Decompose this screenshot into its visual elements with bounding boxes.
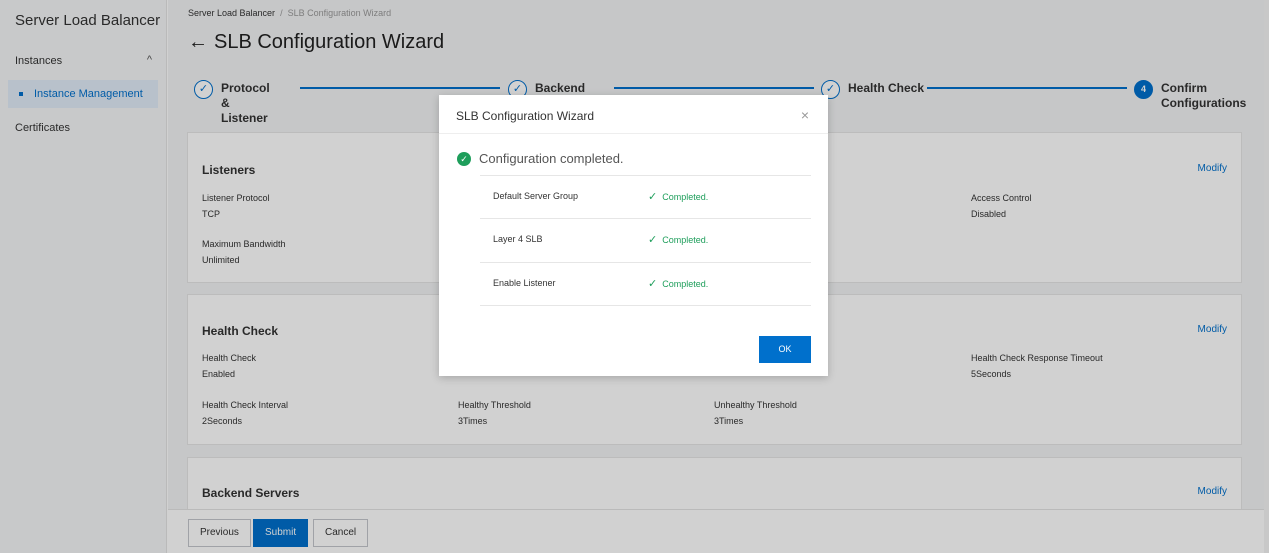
check-icon: ✓ <box>648 278 658 290</box>
completion-dialog: SLB Configuration Wizard × ✓ Configurati… <box>439 95 828 376</box>
dialog-divider <box>439 133 828 134</box>
ok-button[interactable]: OK <box>759 336 811 363</box>
dialog-title: SLB Configuration Wizard <box>456 109 595 123</box>
close-icon[interactable]: × <box>801 107 809 123</box>
task-row: Enable Listener ✓ Completed. <box>480 262 811 305</box>
check-icon: ✓ <box>648 234 658 246</box>
scrollbar[interactable] <box>1264 0 1269 553</box>
row-divider <box>480 305 811 306</box>
completion-status-text: Configuration completed. <box>479 151 624 166</box>
success-check-icon: ✓ <box>457 152 471 166</box>
task-status: ✓ Completed. <box>648 234 709 246</box>
task-name: Enable Listener <box>493 278 556 288</box>
check-icon: ✓ <box>648 191 658 203</box>
task-name: Layer 4 SLB <box>493 234 543 244</box>
task-status: ✓ Completed. <box>648 191 709 203</box>
task-name: Default Server Group <box>493 191 579 201</box>
task-status: ✓ Completed. <box>648 278 709 290</box>
task-row: Default Server Group ✓ Completed. <box>480 175 811 218</box>
task-row: Layer 4 SLB ✓ Completed. <box>480 218 811 261</box>
